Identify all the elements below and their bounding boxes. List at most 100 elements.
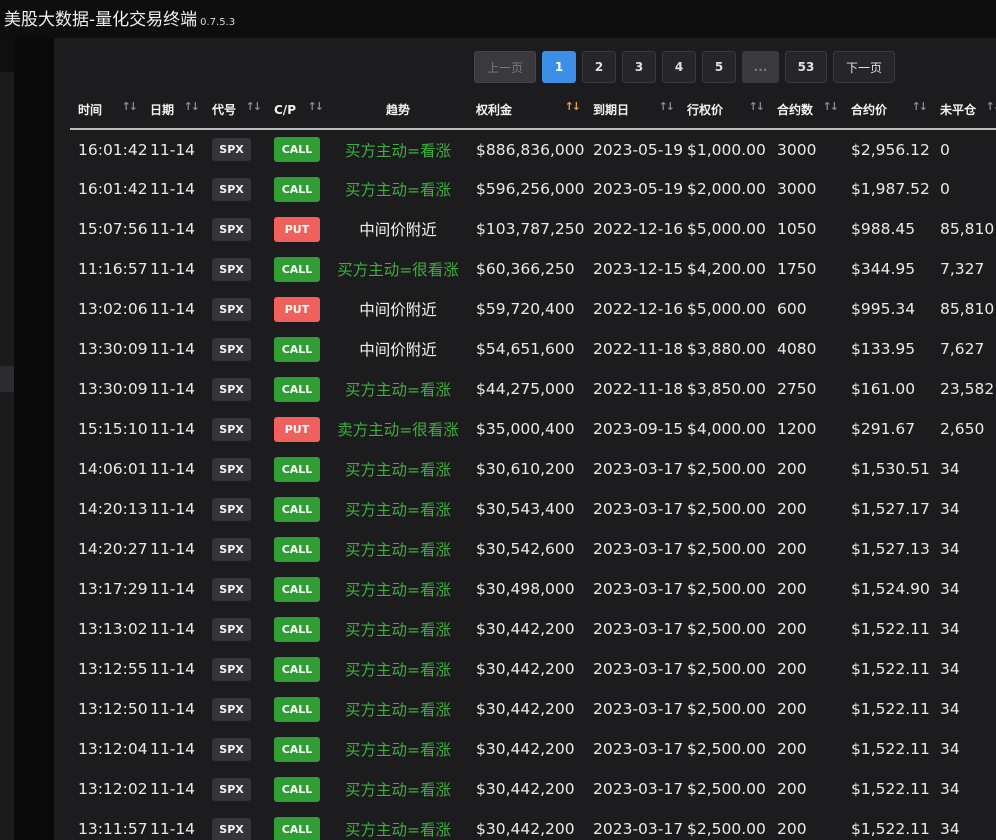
table-row[interactable]: 15:15:10 11-14 SPX PUT 卖方主动=很看涨 $35,000,400 20… — [70, 409, 996, 449]
sort-icon[interactable]: ↑↓ — [986, 100, 996, 113]
prev-page-button[interactable]: 上一页 — [474, 51, 536, 83]
cell-open-interest: 23,582 — [940, 380, 995, 398]
table-row[interactable]: 13:17:29 11-14 SPX CALL 买方主动=看涨 $30,498,000 20… — [70, 569, 996, 609]
table-row[interactable]: 14:06:01 11-14 SPX CALL 买方主动=看涨 $30,610,200 20… — [70, 449, 996, 489]
column-header-contract-price[interactable]: 合约价 ↑↓ — [843, 91, 932, 130]
column-header-contracts[interactable]: 合约数 ↑↓ — [769, 91, 843, 130]
symbol-badge[interactable]: SPX — [212, 697, 251, 721]
symbol-badge[interactable]: SPX — [212, 138, 251, 161]
cell-date: 11-14 — [150, 580, 196, 598]
table-row[interactable]: 13:11:57 11-14 SPX CALL 买方主动=看涨 $30,442,200 20… — [70, 809, 996, 840]
cell-open-interest: 34 — [940, 780, 960, 798]
cell-open-interest: 34 — [940, 500, 960, 518]
symbol-badge[interactable]: SPX — [212, 217, 251, 241]
page-button-3[interactable]: 3 — [622, 51, 656, 83]
table-row[interactable]: 13:30:09 11-14 SPX CALL 买方主动=看涨 $44,275,000 20… — [70, 369, 996, 409]
symbol-badge[interactable]: SPX — [212, 537, 251, 561]
cell-premium: $30,442,200 — [476, 780, 575, 798]
column-header-strike[interactable]: 行权价 ↑↓ — [679, 91, 769, 130]
table-body: 16:01:42 11-14 SPX CALL 买方主动=看涨 $886,836,000 2… — [70, 129, 996, 840]
table-row[interactable]: 13:12:50 11-14 SPX CALL 买方主动=看涨 $30,442,200 20… — [70, 689, 996, 729]
cell-date: 11-14 — [150, 820, 196, 838]
cell-cp: CALL — [266, 689, 328, 729]
cell-expiry: 2023-03-17 — [593, 700, 684, 718]
cell-symbol: SPX — [204, 729, 266, 769]
cell-date: 11-14 — [150, 780, 196, 798]
sort-active-icon[interactable]: ↑↓ — [565, 100, 582, 113]
table-row[interactable]: 15:07:56 11-14 SPX PUT 中间价附近 $103,787,250 2022… — [70, 209, 996, 249]
sort-icon[interactable]: ↑↓ — [184, 100, 201, 113]
symbol-badge[interactable]: SPX — [212, 577, 251, 601]
table-row[interactable]: 13:30:09 11-14 SPX CALL 中间价附近 $54,651,600 2022… — [70, 329, 996, 369]
column-header-cp[interactable]: C/P ↑↓ — [266, 91, 328, 130]
table-row[interactable]: 13:12:02 11-14 SPX CALL 买方主动=看涨 $30,442,200 20… — [70, 769, 996, 809]
cell-symbol: SPX — [204, 209, 266, 249]
symbol-badge[interactable]: SPX — [212, 337, 251, 361]
cell-open-interest: 34 — [940, 700, 960, 718]
table-row[interactable]: 13:12:04 11-14 SPX CALL 买方主动=看涨 $30,442,200 20… — [70, 729, 996, 769]
cell-strike: $2,500.00 — [687, 780, 766, 798]
cell-trend: 买方主动=看涨 — [345, 701, 451, 719]
table-row[interactable]: 13:13:02 11-14 SPX CALL 买方主动=看涨 $30,442,200 20… — [70, 609, 996, 649]
cell-open-interest: 34 — [940, 660, 960, 678]
symbol-badge[interactable]: SPX — [212, 617, 251, 641]
symbol-badge[interactable]: SPX — [212, 737, 251, 761]
sort-icon[interactable]: ↑↓ — [246, 100, 263, 113]
table-row[interactable]: 14:20:13 11-14 SPX CALL 买方主动=看涨 $30,543,400 20… — [70, 489, 996, 529]
table-row[interactable]: 14:20:27 11-14 SPX CALL 买方主动=看涨 $30,542,600 20… — [70, 529, 996, 569]
page-button-2[interactable]: 2 — [582, 51, 616, 83]
column-header-label: 合约价 — [851, 103, 888, 117]
column-header-expiry[interactable]: 到期日 ↑↓ — [585, 91, 679, 130]
column-header-label: 行权价 — [687, 103, 724, 117]
next-page-button[interactable]: 下一页 — [833, 51, 895, 83]
table-row[interactable]: 13:02:06 11-14 SPX PUT 中间价附近 $59,720,400 2022-… — [70, 289, 996, 329]
cell-contract-price: $1,522.11 — [851, 820, 930, 838]
symbol-badge[interactable]: SPX — [212, 177, 251, 201]
table-row[interactable]: 16:01:42 11-14 SPX CALL 买方主动=看涨 $886,836,000 2… — [70, 129, 996, 169]
sort-icon[interactable]: ↑↓ — [308, 100, 325, 113]
cell-premium: $54,651,600 — [476, 340, 575, 358]
cell-time: 11:16:57 — [78, 260, 148, 278]
cell-symbol: SPX — [204, 489, 266, 529]
sort-icon[interactable]: ↑↓ — [749, 100, 766, 113]
cell-expiry: 2023-03-17 — [593, 460, 684, 478]
sort-icon[interactable]: ↑↓ — [823, 100, 840, 113]
cell-expiry: 2023-03-17 — [593, 500, 684, 518]
column-header-label: 时间 — [78, 103, 103, 117]
symbol-badge[interactable]: SPX — [212, 417, 251, 441]
symbol-badge[interactable]: SPX — [212, 297, 251, 321]
table-row[interactable]: 16:01:42 11-14 SPX CALL 买方主动=看涨 $596,256,000 2… — [70, 169, 996, 209]
sidebar[interactable] — [0, 72, 14, 840]
table-row[interactable]: 13:12:55 11-14 SPX CALL 买方主动=看涨 $30,442,200 20… — [70, 649, 996, 689]
title-bar: 美股大数据-量化交易终端 0.7.5.3 — [0, 0, 996, 38]
symbol-badge[interactable]: SPX — [212, 377, 251, 401]
column-header-date[interactable]: 日期 ↑↓ — [142, 91, 204, 130]
symbol-badge[interactable]: SPX — [212, 257, 251, 281]
sort-icon[interactable]: ↑↓ — [122, 100, 139, 113]
cell-expiry: 2022-11-18 — [593, 380, 684, 398]
page-ellipsis[interactable]: ... — [742, 51, 779, 83]
page-button-4[interactable]: 4 — [662, 51, 696, 83]
page-button-1[interactable]: 1 — [542, 51, 576, 83]
table-row[interactable]: 11:16:57 11-14 SPX CALL 买方主动=很看涨 $60,366,250 2… — [70, 249, 996, 289]
page-button-last[interactable]: 53 — [785, 51, 827, 83]
page-button-5[interactable]: 5 — [702, 51, 736, 83]
column-header-premium[interactable]: 权利金 ↑↓ — [468, 91, 585, 130]
cell-expiry: 2022-12-16 — [593, 220, 684, 238]
cell-symbol: SPX — [204, 249, 266, 289]
symbol-badge[interactable]: SPX — [212, 497, 251, 521]
sidebar-item-active[interactable] — [0, 366, 14, 392]
symbol-badge[interactable]: SPX — [212, 777, 251, 801]
cell-trend: 买方主动=看涨 — [345, 621, 451, 639]
sort-icon[interactable]: ↑↓ — [912, 100, 929, 113]
symbol-badge[interactable]: SPX — [212, 817, 251, 840]
symbol-badge[interactable]: SPX — [212, 457, 251, 481]
column-header-open-interest[interactable]: 未平仓 ↑↓ — [932, 91, 996, 130]
symbol-badge[interactable]: SPX — [212, 657, 251, 681]
cell-contract-price: $1,522.11 — [851, 780, 930, 798]
cell-date: 11-14 — [150, 500, 196, 518]
cell-cp: CALL — [266, 129, 328, 169]
column-header-symbol[interactable]: 代号 ↑↓ — [204, 91, 266, 130]
column-header-time[interactable]: 时间 ↑↓ — [70, 91, 142, 130]
sort-icon[interactable]: ↑↓ — [659, 100, 676, 113]
